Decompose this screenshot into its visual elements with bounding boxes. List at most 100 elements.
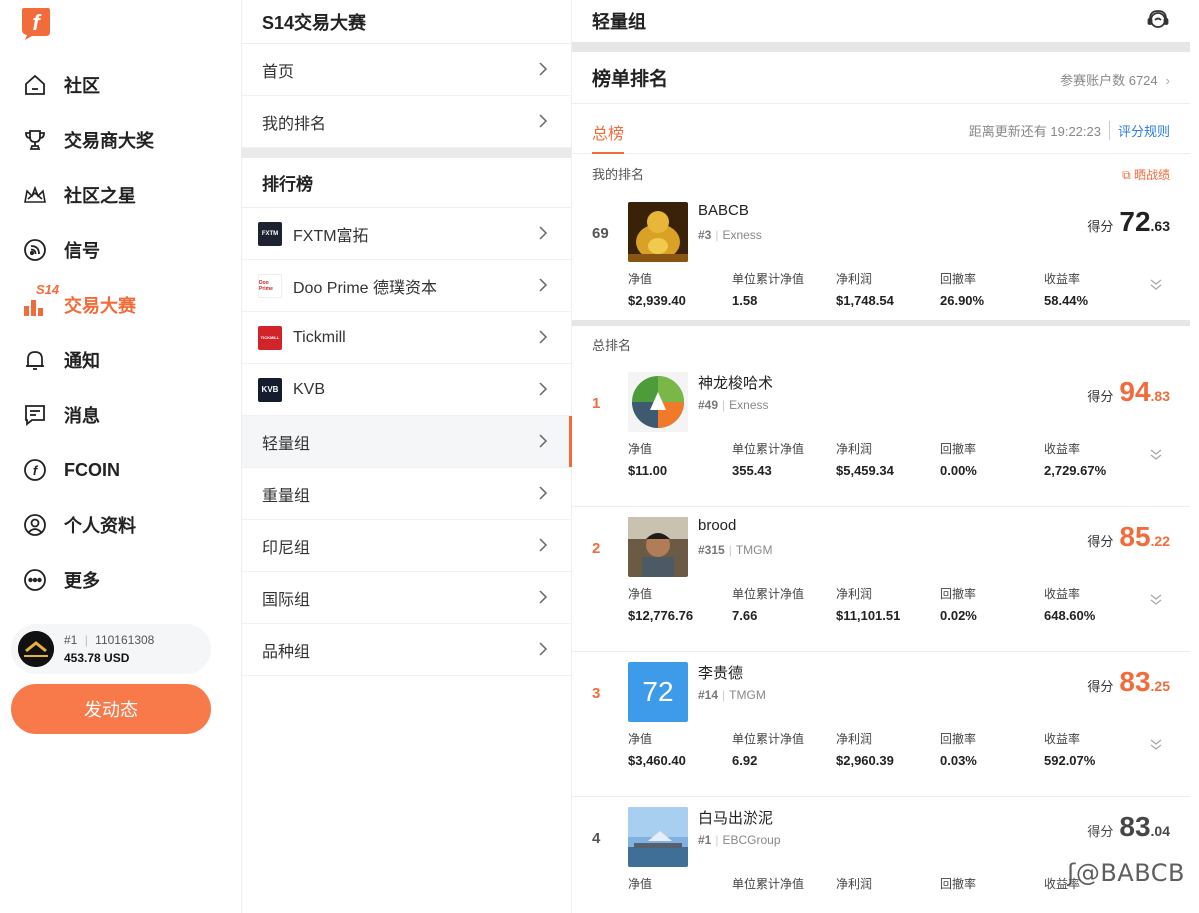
stat-label: 单位累计净值: [732, 877, 805, 891]
fxeye-logo[interactable]: f: [20, 6, 52, 40]
entry-rank: 3: [592, 685, 601, 702]
nav-item-trading-contest[interactable]: S14 交易大赛: [22, 282, 136, 320]
menu-item-label: KVB: [293, 380, 326, 398]
stat-value: $12,776.76: [628, 608, 694, 623]
participant-count[interactable]: 参赛账户数 6724 ›: [1060, 70, 1170, 89]
countdown-text: 距离更新还有 19:22:23: [968, 124, 1101, 139]
menu-item-my-rank[interactable]: 我的排名: [242, 96, 571, 148]
stat-label: 收益率: [1044, 732, 1081, 746]
rank-header: 榜单排名 参赛账户数 6724 ›: [572, 52, 1190, 104]
nav-item-fcoin[interactable]: f FCOIN: [22, 455, 120, 485]
crown-icon: [22, 182, 48, 208]
entry-stats: 净值 $2,939.40 单位累计净值 1.58 净利润 $1,748.54 回撤率 2…: [628, 270, 1148, 308]
menu-item-label: 轻量组: [262, 435, 311, 453]
app-root: f 社区 交易商大奖 社区之星 信号 S14 交易大赛 通知 消息 f FCOI…: [0, 0, 1199, 913]
stat-return: 收益率 648.60%: [1044, 585, 1148, 623]
rank-entry[interactable]: 3 72 李贵德 #14 | TMGM 得分 83 .25 净值 $3,460.40 …: [572, 652, 1190, 797]
post-button[interactable]: 发动态: [11, 684, 211, 734]
chevron-right-icon: [539, 538, 548, 552]
rank-entry[interactable]: 2 brood #315 | TMGM 得分 85 .22 净值 $12,776.76…: [572, 507, 1190, 652]
menu-item-home[interactable]: 首页: [242, 44, 571, 96]
menu-item-group-light[interactable]: 轻量组: [242, 416, 572, 468]
entry-score: 得分 85 .22: [1087, 521, 1170, 553]
nav-item-more[interactable]: 更多: [22, 565, 100, 595]
entry-meta: #315 | TMGM: [698, 543, 773, 557]
stat-value: $11,101.51: [836, 608, 901, 623]
score-prefix: 得分: [1087, 534, 1114, 549]
stat-value: 2,729.67%: [1044, 463, 1107, 478]
expand-chevron-icon[interactable]: [1148, 736, 1164, 752]
score-decimal: .04: [1150, 823, 1170, 839]
share-result-button[interactable]: ⧉ 晒战绩: [1122, 166, 1170, 183]
menu-item-broker-tickmill[interactable]: TICKMILL Tickmill: [242, 312, 571, 364]
entry-number: #1: [698, 833, 712, 847]
stat-unit-nav: 单位累计净值 355.43: [732, 440, 836, 478]
stat-equity: 净值: [628, 875, 732, 892]
score-decimal: .25: [1150, 678, 1170, 694]
menu-item-label: Tickmill: [293, 328, 346, 346]
stat-label: 单位累计净值: [732, 732, 805, 746]
entry-meta: #3 | Exness: [698, 228, 762, 242]
entry-number: #3: [698, 228, 712, 242]
nav-item-broker-award[interactable]: 交易商大奖: [22, 125, 154, 155]
entry-rank: 1: [592, 395, 601, 412]
score-prefix: 得分: [1087, 389, 1114, 404]
stat-label: 净利润: [836, 877, 873, 891]
more-icon: [22, 567, 48, 593]
stat-drawdown: 回撤率 0.03%: [940, 730, 1044, 768]
stat-net-profit: 净利润 $11,101.51: [836, 585, 940, 623]
menu-item-group-indonesia[interactable]: 印尼组: [242, 520, 571, 572]
entry-score: 得分 83 .25: [1087, 666, 1170, 698]
chevron-right-icon: [539, 486, 548, 500]
chevron-right-icon: [539, 62, 548, 76]
nav-item-community-star[interactable]: 社区之星: [22, 180, 136, 210]
menu-item-group-international[interactable]: 国际组: [242, 572, 571, 624]
rank-entry[interactable]: 1 神龙梭哈术 #49 | Exness 得分 94 .83 净值 $11.00 单位…: [572, 362, 1190, 507]
entry-name: 神龙梭哈术: [698, 375, 774, 392]
stat-label: 净值: [628, 587, 653, 601]
signal-icon: [22, 237, 48, 263]
nav-item-label: 通知: [64, 351, 100, 371]
menu-item-label: 印尼组: [262, 539, 311, 557]
entry-stats: 净值 $11.00 单位累计净值 355.43 净利润 $5,459.34 回撤率 0.…: [628, 440, 1148, 478]
menu-item-broker-doo-prime[interactable]: Doo Prime Doo Prime 德璞资本: [242, 260, 571, 312]
trophy-icon: [22, 127, 48, 153]
message-icon: [22, 402, 48, 428]
divider: [572, 42, 1190, 52]
account-card[interactable]: #1 | 110161308 453.78 USD: [11, 624, 211, 674]
update-info: 距离更新还有 19:22:23 评分规则: [969, 121, 1170, 140]
account-avatar: [18, 631, 54, 667]
rank-entry[interactable]: 4 白马出淤泥 #1 | EBCGroup 得分 83 .04 净值 单位累计净值 …: [572, 797, 1190, 913]
nav-item-community[interactable]: 社区: [22, 70, 100, 100]
tab-total[interactable]: 总榜: [592, 120, 624, 144]
expand-chevron-icon[interactable]: [1148, 591, 1164, 607]
menu-item-group-instrument[interactable]: 品种组: [242, 624, 571, 676]
bell-icon: [22, 347, 48, 373]
expand-chevron-icon[interactable]: [1148, 446, 1164, 462]
nav-item-notifications[interactable]: 通知: [22, 345, 100, 375]
expand-chevron-icon[interactable]: [1148, 276, 1164, 292]
tab-bar: 总榜 距离更新还有 19:22:23 评分规则: [572, 104, 1190, 154]
nav-item-signal[interactable]: 信号: [22, 235, 100, 265]
stat-drawdown: 回撤率 0.02%: [940, 585, 1044, 623]
menu-item-broker-kvb[interactable]: KVB KVB: [242, 364, 571, 416]
menu-item-label: 首页: [262, 63, 295, 81]
stat-label: 单位累计净值: [732, 442, 805, 456]
scoring-rules-link[interactable]: 评分规则: [1108, 121, 1170, 140]
share-label: 晒战绩: [1133, 168, 1170, 182]
stat-net-profit: 净利润 $1,748.54: [836, 270, 940, 308]
stat-value: 26.90%: [940, 293, 985, 308]
nav-item-messages[interactable]: 消息: [22, 400, 100, 430]
nav-item-label: 个人资料: [64, 516, 136, 536]
entry-score: 得分 72 .63: [1087, 206, 1170, 238]
menu-item-broker-fxtm[interactable]: FXTM FXTM富拓: [242, 208, 571, 260]
menu-item-group-heavy[interactable]: 重量组: [242, 468, 571, 520]
overall-label-row: 总排名: [572, 326, 1190, 362]
contest-badge: S14: [36, 282, 60, 297]
nav-item-profile[interactable]: 个人资料: [22, 510, 136, 540]
entry-score: 得分 83 .04: [1087, 811, 1170, 843]
customer-service-icon[interactable]: [1146, 8, 1170, 32]
my-rank-entry[interactable]: 69 BABCB #3 | Exness 得分 72 .63 净值 $2,939.40…: [572, 192, 1190, 320]
entry-avatar: [628, 807, 688, 867]
menu-item-label: 重量组: [262, 487, 311, 505]
